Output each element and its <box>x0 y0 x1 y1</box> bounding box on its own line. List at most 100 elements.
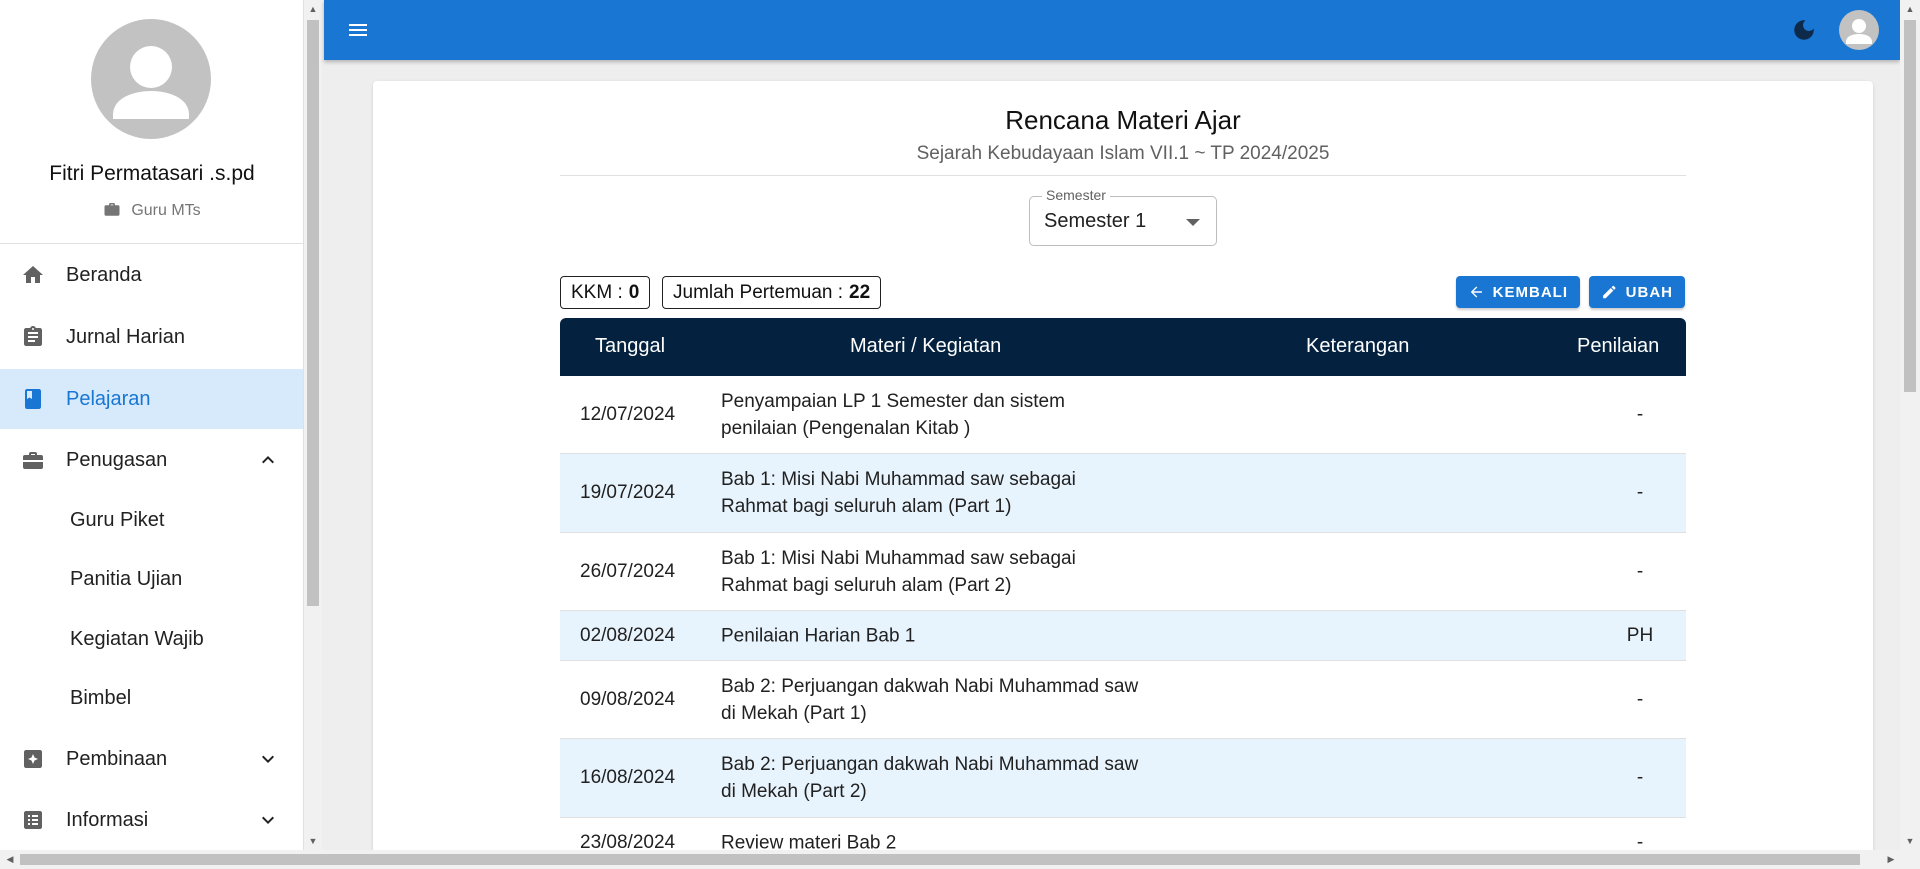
cell-materi: Bab 2: Perjuangan dakwah Nabi Muhammad s… <box>721 675 1139 724</box>
table-row[interactable]: 16/08/2024 Bab 2: Perjuangan dakwah Nabi… <box>560 739 1686 818</box>
column-header-keterangan[interactable]: Keterangan <box>1306 335 1409 358</box>
chevron-up-icon[interactable] <box>256 448 280 472</box>
materi-table: Tanggal Materi / Kegiatan Keterangan Pen… <box>560 318 1686 868</box>
sidebar-scroll-thumb[interactable] <box>307 20 319 606</box>
cell-penilaian: - <box>1636 560 1644 582</box>
content-card: Rencana Materi Ajar Sejarah Kebudayaan I… <box>373 81 1873 869</box>
pencil-icon <box>1603 285 1616 299</box>
account-avatar[interactable] <box>1839 10 1879 50</box>
pertemuan-label: Jumlah Pertemuan : <box>673 281 844 303</box>
nav-sub-guru-piket[interactable]: Guru Piket <box>0 491 303 549</box>
nav-sub-panitia-ujian[interactable]: Panitia Ujian <box>0 550 303 608</box>
nav-penugasan[interactable]: Penugasan <box>0 430 303 490</box>
profile-avatar <box>91 19 211 139</box>
kkm-value: 0 <box>628 281 640 303</box>
scroll-down-arrow-icon[interactable]: ▼ <box>304 832 322 850</box>
semester-select-label: Semester <box>1042 187 1110 203</box>
chevron-down-icon[interactable] <box>256 747 280 771</box>
briefcase-icon <box>23 452 43 469</box>
badge-icon <box>24 750 42 768</box>
main-hscroll-thumb[interactable] <box>20 854 1860 865</box>
scroll-right-arrow-icon[interactable]: ▶ <box>1882 850 1900 868</box>
nav-pelajaran-label: Pelajaran <box>66 387 151 410</box>
moon-icon[interactable] <box>1791 17 1817 43</box>
scroll-left-arrow-icon[interactable]: ◀ <box>1 850 19 868</box>
cell-penilaian: - <box>1636 482 1644 503</box>
menu-icon[interactable] <box>346 18 370 42</box>
table-row[interactable]: 19/07/2024 Bab 1: Misi Nabi Muhammad saw… <box>560 454 1686 533</box>
nav-informasi[interactable]: Informasi <box>0 790 303 850</box>
table-header: Tanggal Materi / Kegiatan Keterangan Pen… <box>560 318 1686 376</box>
sidebar: Fitri Permatasari .s.pd Guru MTs Beranda… <box>0 0 304 850</box>
nav-jurnal-label: Jurnal Harian <box>66 325 185 348</box>
account-icon <box>113 46 189 119</box>
column-header-tanggal[interactable]: Tanggal <box>595 335 665 358</box>
ubah-label: UBAH <box>1625 283 1673 301</box>
cell-tanggal: 16/08/2024 <box>580 767 676 788</box>
cell-materi: Bab 1: Misi Nabi Muhammad saw sebagai Ra… <box>721 469 1076 517</box>
list-icon <box>24 811 42 829</box>
nav-pelajaran[interactable]: Pelajaran <box>0 369 303 429</box>
nav-beranda[interactable]: Beranda <box>0 245 303 305</box>
nav-sub-label: Kegiatan Wajib <box>70 627 204 650</box>
scroll-down-arrow-icon[interactable]: ▼ <box>1901 832 1919 850</box>
sidebar-scrollbar[interactable]: ▲ ▼ <box>304 0 322 850</box>
page-title: Rencana Materi Ajar <box>1005 105 1241 135</box>
clipboard-icon <box>24 326 42 346</box>
cell-penilaian: - <box>1636 688 1644 710</box>
cell-penilaian: - <box>1636 767 1644 788</box>
nav-penugasan-label: Penugasan <box>66 448 168 471</box>
table-row[interactable]: 02/08/2024 Penilaian Harian Bab 1 PH <box>560 611 1686 661</box>
nav-sub-bimbel[interactable]: Bimbel <box>0 669 303 727</box>
column-header-penilaian[interactable]: Penilaian <box>1577 335 1659 358</box>
user-role-label: Guru MTs <box>131 202 201 219</box>
nav-pembinaan-label: Pembinaan <box>66 747 168 770</box>
nav-jurnal-harian[interactable]: Jurnal Harian <box>0 307 303 367</box>
cell-tanggal: 02/08/2024 <box>580 624 676 646</box>
cell-tanggal: 09/08/2024 <box>580 688 676 710</box>
briefcase-icon <box>103 200 121 223</box>
cell-tanggal: 12/07/2024 <box>580 403 676 425</box>
profile-divider <box>0 243 303 244</box>
table-row[interactable]: 12/07/2024 Penyampaian LP 1 Semester dan… <box>560 376 1686 454</box>
nav-sub-label: Bimbel <box>70 686 132 709</box>
column-header-materi[interactable]: Materi / Kegiatan <box>850 335 1001 358</box>
pertemuan-value: 22 <box>849 281 871 303</box>
cell-penilaian: PH <box>1626 624 1654 646</box>
main-vscroll-thumb[interactable] <box>1904 20 1916 392</box>
home-icon <box>23 266 43 283</box>
main-vertical-scrollbar[interactable]: ▲ ▼ <box>1900 0 1920 850</box>
user-name: Fitri Permatasari .s.pd <box>49 162 255 185</box>
kembali-button[interactable]: KEMBALI <box>1456 276 1580 308</box>
page-subtitle: Sejarah Kebudayaan Islam VII.1 ~ TP 2024… <box>916 143 1330 164</box>
table-row[interactable]: 26/07/2024 Bab 1: Misi Nabi Muhammad saw… <box>560 533 1686 611</box>
scroll-up-arrow-icon[interactable]: ▲ <box>1901 0 1919 18</box>
kkm-label: KKM : <box>571 281 623 303</box>
semester-select[interactable]: Semester Semester 1 <box>1029 187 1217 246</box>
kembali-label: KEMBALI <box>1492 283 1568 301</box>
cell-tanggal: 26/07/2024 <box>580 560 676 582</box>
ubah-button[interactable]: UBAH <box>1589 276 1685 308</box>
cell-materi: Bab 1: Misi Nabi Muhammad saw sebagai Ra… <box>721 547 1076 596</box>
nav-sub-label: Guru Piket <box>70 508 165 531</box>
nav-informasi-label: Informasi <box>66 808 149 831</box>
scroll-up-arrow-icon[interactable]: ▲ <box>304 0 322 18</box>
semester-select-value: Semester 1 <box>1044 210 1147 232</box>
pertemuan-badge: Jumlah Pertemuan :22 <box>662 276 882 309</box>
chevron-down-icon[interactable] <box>256 808 280 832</box>
cell-materi: Bab 2: Perjuangan dakwah Nabi Muhammad s… <box>721 754 1139 802</box>
main-horizontal-scrollbar[interactable]: ◀ ▶ <box>0 850 1920 869</box>
cell-penilaian: - <box>1636 403 1644 425</box>
app-bar <box>324 0 1900 60</box>
dropdown-caret-icon[interactable] <box>1186 219 1200 226</box>
cell-tanggal: 19/07/2024 <box>580 482 676 503</box>
cell-materi: Penyampaian LP 1 Semester dan sistem pen… <box>721 390 1065 439</box>
table-row[interactable]: 09/08/2024 Bab 2: Perjuangan dakwah Nabi… <box>560 661 1686 739</box>
arrow-left-icon <box>1470 286 1482 298</box>
user-role: Guru MTs <box>0 200 303 223</box>
cell-materi: Penilaian Harian Bab 1 <box>721 625 916 646</box>
nav-pembinaan[interactable]: Pembinaan <box>0 729 303 789</box>
nav-sub-kegiatan-wajib[interactable]: Kegiatan Wajib <box>0 610 303 668</box>
title-divider <box>560 175 1686 176</box>
nav-beranda-label: Beranda <box>66 263 142 286</box>
